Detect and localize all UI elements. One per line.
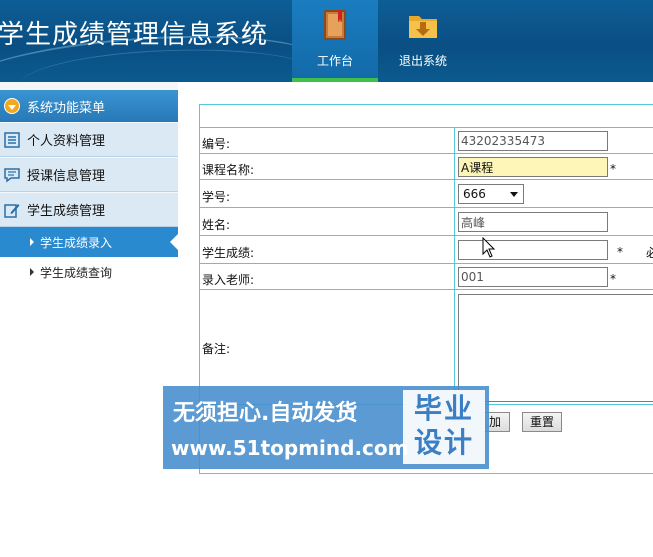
- sidebar-item-teaching[interactable]: 授课信息管理: [0, 157, 178, 192]
- form-row-teacher: 录入老师: *: [200, 263, 653, 289]
- field-label: 姓名:: [202, 218, 231, 232]
- sidebar-item-label: 个人资料管理: [27, 134, 106, 149]
- required-mark: *: [610, 162, 616, 176]
- chat-icon: [4, 167, 20, 182]
- nav-workbench-button[interactable]: 工作台: [292, 0, 378, 82]
- sidebar-subitem-label: 学生成绩录入: [40, 235, 113, 250]
- sidebar-subitem-grade-query[interactable]: 学生成绩查询: [0, 257, 178, 287]
- id-field[interactable]: [458, 131, 608, 151]
- student-no-value: 666: [463, 187, 486, 201]
- chevron-down-icon: [4, 98, 20, 114]
- sidebar-spacer: [0, 82, 178, 90]
- course-name-field[interactable]: [458, 157, 608, 177]
- list-icon: [4, 131, 20, 148]
- watermark-banner: 无须担心.自动发货 www.51topmind.com 毕业设计: [163, 386, 489, 469]
- reset-button[interactable]: 重置: [522, 412, 562, 432]
- watermark-box: 毕业设计: [403, 390, 485, 464]
- edit-icon: [4, 203, 20, 218]
- column-divider: [454, 264, 455, 289]
- form-row-score: 学生成绩: * 必: [200, 235, 653, 263]
- sidebar-empty-area: [0, 287, 178, 557]
- top-header: 学生成绩管理信息系统 工作台 退出系统: [0, 0, 653, 82]
- student-name-field[interactable]: [458, 212, 608, 232]
- nav-logout-button[interactable]: 退出系统: [380, 0, 466, 82]
- column-divider: [454, 128, 455, 153]
- sidebar-subitem-label: 学生成绩查询: [40, 265, 113, 280]
- required-mark: *: [617, 245, 623, 259]
- field-label: 课程名称:: [202, 163, 255, 177]
- form-row-student-no: 学号: 666: [200, 179, 653, 207]
- form-row-name: 姓名:: [200, 207, 653, 235]
- field-label: 录入老师:: [202, 273, 255, 287]
- app-title: 学生成绩管理信息系统: [0, 20, 269, 50]
- sidebar-menu-header[interactable]: 系统功能菜单: [0, 90, 178, 122]
- sidebar-menu-title: 系统功能菜单: [27, 100, 106, 116]
- book-icon: [324, 10, 346, 40]
- nav-workbench-label: 工作台: [316, 54, 353, 68]
- column-divider: [454, 154, 455, 179]
- teacher-field[interactable]: [458, 267, 608, 287]
- nav-logout-label: 退出系统: [398, 54, 447, 68]
- caret-right-icon: [30, 238, 34, 246]
- sidebar-item-grades[interactable]: 学生成绩管理: [0, 192, 178, 227]
- form-row-id: 编号:: [200, 127, 653, 153]
- sidebar-item-profile[interactable]: 个人资料管理: [0, 122, 178, 157]
- form-row-course: 课程名称: *: [200, 153, 653, 179]
- required-mark: *: [610, 272, 616, 286]
- caret-right-icon: [30, 268, 34, 276]
- required-hint: 必: [646, 246, 653, 260]
- sidebar-item-label: 授课信息管理: [27, 169, 106, 184]
- chevron-down-icon: [510, 192, 518, 197]
- column-divider: [454, 236, 455, 263]
- sidebar-subitem-grade-entry[interactable]: 学生成绩录入: [0, 227, 178, 257]
- column-divider: [454, 180, 455, 207]
- score-field[interactable]: [458, 240, 608, 260]
- folder-download-icon: [409, 16, 437, 38]
- sidebar-item-label: 学生成绩管理: [27, 204, 106, 219]
- watermark-line1: 无须担心.自动发货: [173, 401, 358, 426]
- field-label: 编号:: [202, 137, 231, 151]
- watermark-line2: www.51topmind.com: [171, 436, 409, 460]
- field-label: 学号:: [202, 190, 231, 204]
- sidebar: 系统功能菜单 个人资料管理 授课信息管理 学生成绩管理 学生成绩录入 学生成绩查…: [0, 82, 178, 557]
- field-label: 学生成绩:: [202, 246, 255, 260]
- column-divider: [454, 208, 455, 235]
- field-label: 备注:: [202, 342, 231, 356]
- mouse-cursor-icon: [482, 237, 496, 258]
- student-no-select[interactable]: 666: [458, 184, 524, 204]
